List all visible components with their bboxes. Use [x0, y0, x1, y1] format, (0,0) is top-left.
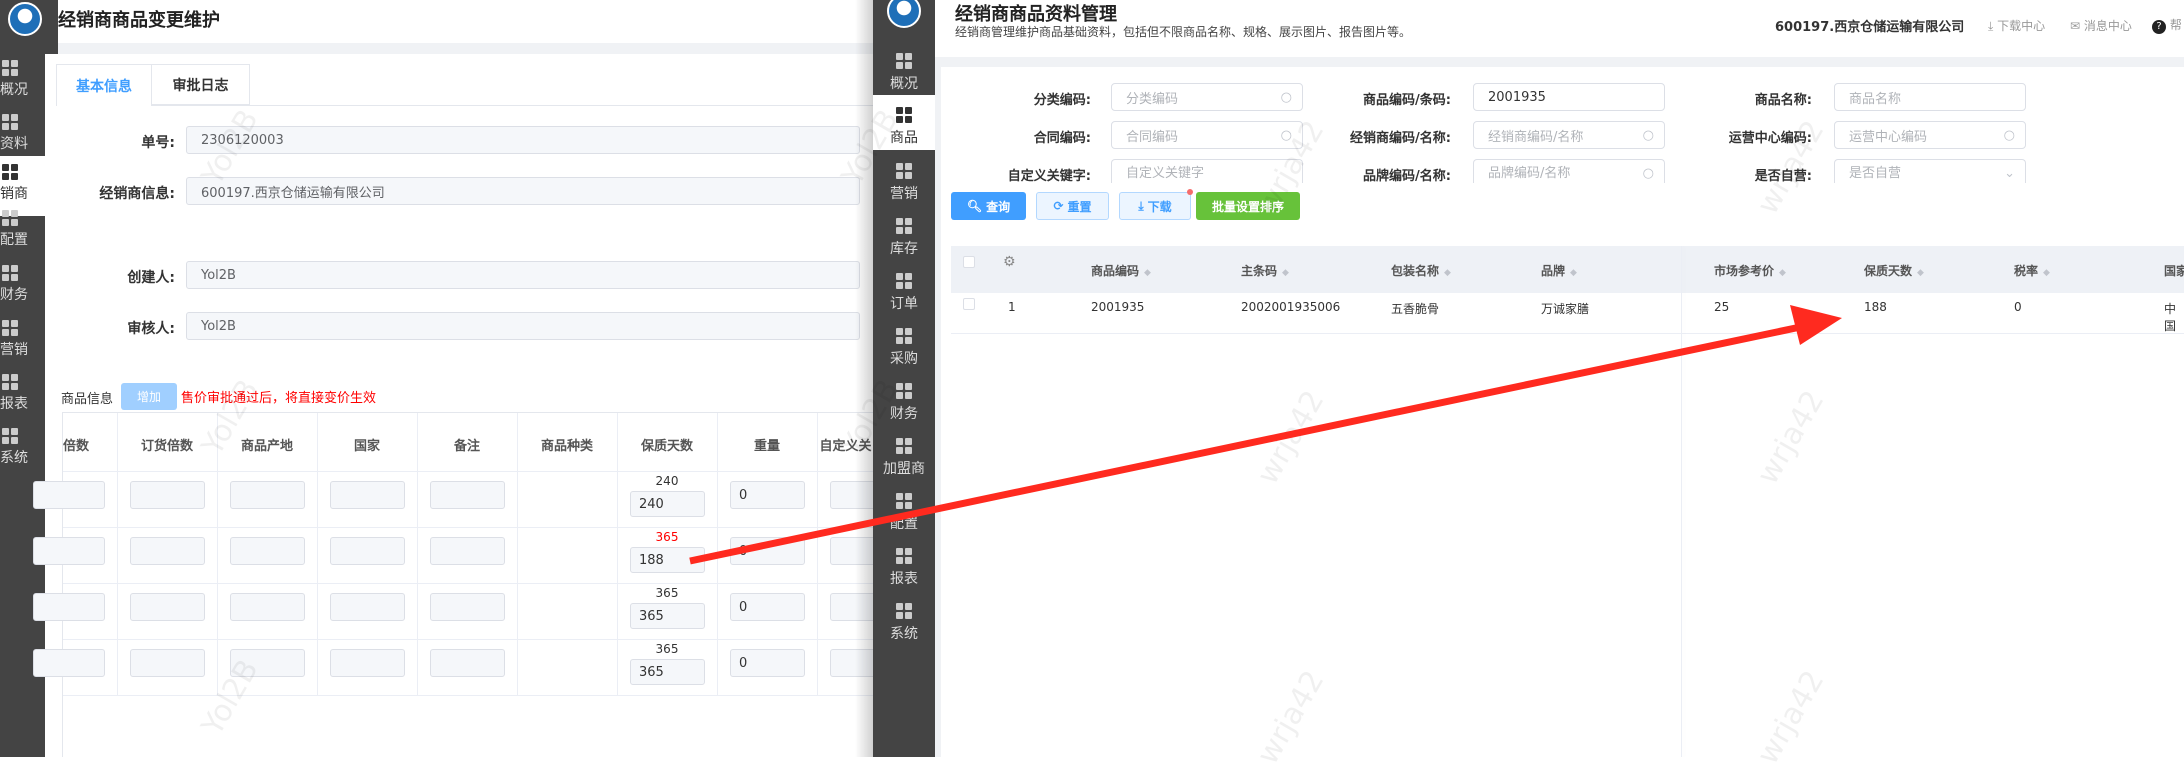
- tab-basic-info[interactable]: 基本信息: [56, 64, 152, 106]
- arrow-line: [689, 321, 1811, 565]
- tab-label: 基本信息: [76, 78, 132, 95]
- annotation-arrow: [689, 305, 1842, 565]
- arrow-head: [1790, 305, 1842, 345]
